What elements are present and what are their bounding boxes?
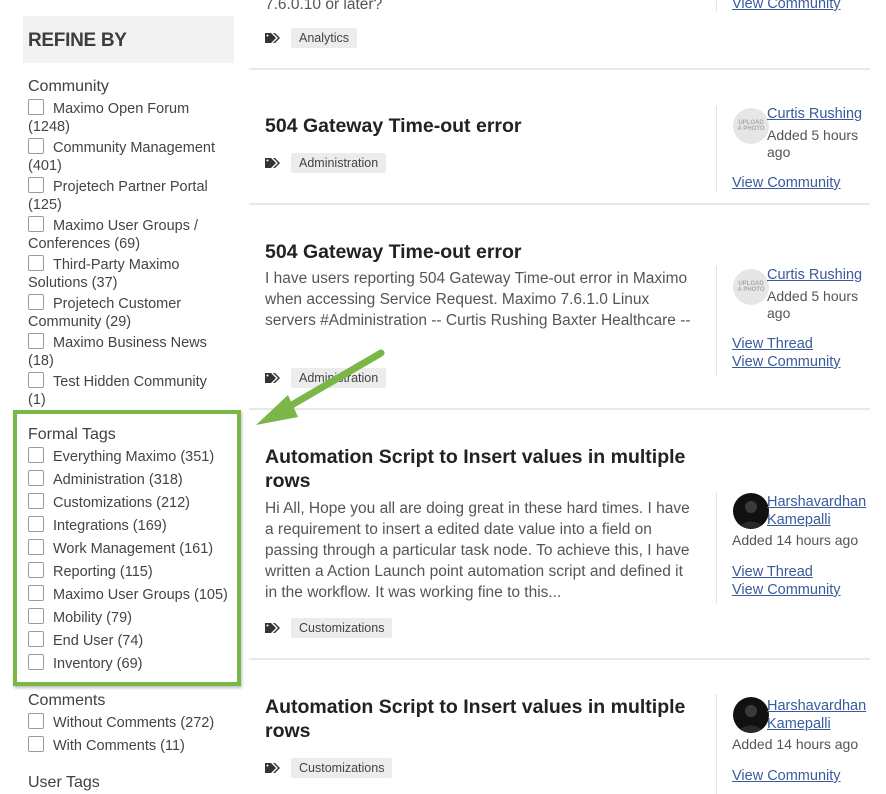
- filter-community-projetech-partner-portal[interactable]: Projetech Partner Portal (125): [28, 177, 236, 214]
- avatar-person-icon: [739, 705, 763, 733]
- view-community-link[interactable]: View Community: [732, 582, 841, 598]
- checkbox[interactable]: [28, 138, 44, 154]
- checkbox[interactable]: [28, 470, 44, 486]
- filter-community-third-party-solutions[interactable]: Third-Party Maximo Solutions (37): [28, 255, 236, 292]
- formal-tags-filter-title: Formal Tags: [28, 426, 116, 443]
- column-divider: [716, 492, 717, 604]
- view-thread-link[interactable]: View Thread: [732, 564, 813, 580]
- filter-tag-mobility[interactable]: Mobility (79): [28, 608, 236, 627]
- filter-tag-inventory[interactable]: Inventory (69): [28, 654, 236, 673]
- view-community-link[interactable]: View Community: [732, 0, 841, 12]
- post-tag-row: Customizations: [265, 616, 393, 639]
- filter-tag-customizations[interactable]: Customizations (212): [28, 493, 236, 512]
- filter-tag-reporting[interactable]: Reporting (115): [28, 562, 236, 581]
- refine-by-title: REFINE BY: [28, 30, 127, 51]
- checkbox[interactable]: [28, 294, 44, 310]
- filter-community-maximo-user-groups[interactable]: Maximo User Groups / Conferences (69): [28, 216, 236, 253]
- post-tag-row: Customizations: [265, 756, 393, 779]
- user-tags-filter-title: User Tags: [28, 774, 100, 791]
- column-divider: [716, 266, 717, 376]
- filter-tag-administration[interactable]: Administration (318): [28, 470, 236, 489]
- tag-icon: [265, 32, 280, 43]
- author-link[interactable]: Curtis Rushing: [767, 105, 862, 123]
- checkbox[interactable]: [28, 585, 44, 601]
- checkbox[interactable]: [28, 177, 44, 193]
- checkbox[interactable]: [28, 516, 44, 532]
- column-divider: [716, 694, 717, 794]
- post-title[interactable]: 504 Gateway Time-out error: [265, 114, 695, 138]
- avatar-placeholder: UPLOAD A PHOTO: [733, 269, 769, 305]
- checkbox[interactable]: [28, 447, 44, 463]
- author-avatar: [733, 697, 769, 733]
- author-link[interactable]: Harshavardhan Kamepalli: [767, 697, 866, 733]
- post-divider: [249, 203, 870, 205]
- tag-pill[interactable]: Analytics: [291, 27, 358, 48]
- avatar-placeholder: UPLOAD A PHOTO: [733, 108, 769, 144]
- post-tag-row: Administration: [265, 151, 387, 174]
- filter-tag-integrations[interactable]: Integrations (169): [28, 516, 236, 535]
- filter-tag-maximo-user-groups[interactable]: Maximo User Groups (105): [28, 585, 236, 604]
- checkbox[interactable]: [28, 631, 44, 647]
- column-divider: [716, 0, 717, 12]
- post-excerpt: I have users reporting 504 Gateway Time-…: [265, 270, 691, 329]
- tag-pill[interactable]: Customizations: [291, 617, 393, 638]
- checkbox[interactable]: [28, 608, 44, 624]
- post-tag-row: Analytics: [265, 26, 358, 49]
- post-divider: [249, 658, 870, 660]
- tag-icon: [265, 622, 280, 633]
- tag-pill[interactable]: Customizations: [291, 757, 393, 778]
- view-community-link[interactable]: View Community: [732, 175, 841, 191]
- added-time: Added 5 hours ago: [767, 127, 859, 160]
- post-title[interactable]: 504 Gateway Time-out error: [265, 240, 695, 264]
- author-link[interactable]: Harshavardhan Kamepalli: [767, 493, 866, 529]
- checkbox[interactable]: [28, 539, 44, 555]
- filter-community-projetech-customer[interactable]: Projetech Customer Community (29): [28, 294, 236, 331]
- filter-community-community-management[interactable]: Community Management (401): [28, 138, 236, 175]
- comments-filter-title: Comments: [28, 692, 106, 709]
- checkbox[interactable]: [28, 99, 44, 115]
- added-time: Added 14 hours ago: [732, 736, 859, 752]
- post-title-tail[interactable]: 7.6.0.10 or later?: [265, 0, 695, 15]
- checkbox[interactable]: [28, 493, 44, 509]
- post-title[interactable]: Automation Script to Insert values in mu…: [265, 695, 695, 743]
- filter-community-maximo-open-forum[interactable]: Maximo Open Forum (1248): [28, 99, 236, 136]
- author-link[interactable]: Curtis Rushing: [767, 266, 862, 284]
- filter-without-comments[interactable]: Without Comments (272): [28, 713, 236, 732]
- refine-by-header: REFINE BY: [23, 16, 234, 63]
- post-title[interactable]: Automation Script to Insert values in mu…: [265, 445, 695, 493]
- added-time: Added 5 hours ago: [767, 288, 859, 321]
- filter-with-comments[interactable]: With Comments (11): [28, 736, 236, 755]
- checkbox[interactable]: [28, 372, 44, 388]
- community-filter-title: Community: [28, 78, 109, 95]
- post-divider: [249, 68, 870, 70]
- avatar-person-icon: [739, 501, 763, 529]
- view-thread-link[interactable]: View Thread: [732, 336, 813, 352]
- tag-icon: [265, 157, 280, 168]
- filter-tag-everything-maximo[interactable]: Everything Maximo (351): [28, 447, 236, 466]
- tag-pill[interactable]: Administration: [291, 152, 387, 173]
- author-avatar: [733, 493, 769, 529]
- refine-sidebar: REFINE BY Community Maximo Open Forum (12…: [0, 0, 245, 794]
- added-time: Added 14 hours ago: [732, 532, 859, 548]
- checkbox[interactable]: [28, 562, 44, 578]
- filter-community-maximo-business-news[interactable]: Maximo Business News (18): [28, 333, 236, 370]
- checkbox[interactable]: [28, 333, 44, 349]
- filter-community-test-hidden[interactable]: Test Hidden Community (1): [28, 372, 236, 409]
- checkbox[interactable]: [28, 216, 44, 232]
- checkbox[interactable]: [28, 255, 44, 271]
- view-community-link[interactable]: View Community: [732, 354, 841, 370]
- column-divider: [716, 106, 717, 192]
- view-community-link[interactable]: View Community: [732, 768, 841, 784]
- post-excerpt: Hi All, Hope you all are doing great in …: [265, 500, 690, 601]
- annotation-arrow-icon: [256, 349, 385, 425]
- checkbox[interactable]: [28, 713, 44, 729]
- filter-tag-end-user[interactable]: End User (74): [28, 631, 236, 650]
- tag-icon: [265, 762, 280, 773]
- checkbox[interactable]: [28, 654, 44, 670]
- checkbox[interactable]: [28, 736, 44, 752]
- filter-tag-work-management[interactable]: Work Management (161): [28, 539, 236, 558]
